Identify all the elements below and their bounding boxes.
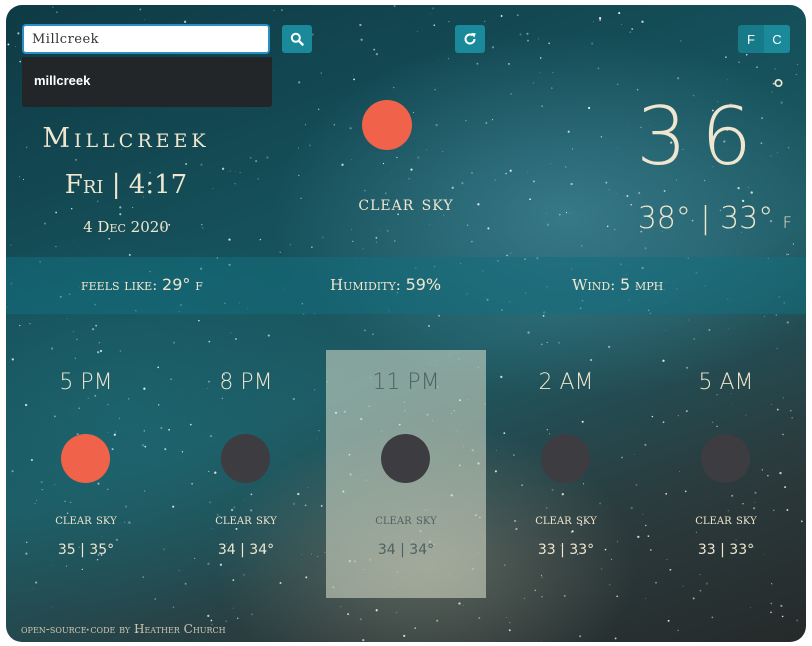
search-icon <box>290 32 304 46</box>
degree-symbol: ° <box>772 75 785 105</box>
date: 4 Dec 2020 <box>83 218 169 236</box>
feels-like-stat: feels like: 29° f <box>81 275 203 294</box>
humidity-value: 59% <box>405 275 442 294</box>
feels-like-label: feels like: <box>81 276 158 294</box>
forecast-time: 5 AM <box>698 370 754 395</box>
search-button[interactable] <box>282 25 312 53</box>
wind-value: 5 <box>620 275 631 294</box>
sun-icon <box>362 100 412 150</box>
stats-bar: feels like: 29° f Humidity: 59% Wind: 5 … <box>6 257 806 314</box>
current-temperature: 36 <box>636 90 766 183</box>
high-low-temperature: 38° | 33° F <box>566 201 792 236</box>
forecast-temps: 35 | 35° <box>57 542 115 558</box>
celsius-button[interactable]: C <box>764 25 790 53</box>
high-low-values: 38° | 33° <box>637 201 774 236</box>
moon-icon <box>541 434 590 483</box>
forecast-card[interactable]: 8 PM clear sky 34 | 34° <box>166 350 326 598</box>
footer-credit[interactable]: open-source code by Heather Church <box>21 622 226 636</box>
moon-icon <box>381 434 430 483</box>
forecast-condition: clear sky <box>215 512 277 528</box>
weather-app: millcreek F C Millcreek Fri | 4:17 4 Dec… <box>6 5 806 642</box>
forecast-card[interactable]: 5 PM clear sky 35 | 35° <box>6 350 166 598</box>
humidity-stat: Humidity: 59% <box>330 275 441 294</box>
feels-like-unit: f <box>195 276 203 294</box>
forecast-time: 11 PM <box>372 370 440 395</box>
suggestion-item[interactable]: millcreek <box>34 73 90 88</box>
forecast-card[interactable]: 5 AM clear sky 33 | 33° <box>646 350 806 598</box>
forecast-card-selected[interactable]: 11 PM clear sky 34 | 34° <box>326 350 486 598</box>
fahrenheit-button[interactable]: F <box>738 25 764 53</box>
forecast-condition: clear sky <box>695 512 757 528</box>
forecast-condition: clear sky <box>375 512 437 528</box>
wind-label: Wind: <box>572 276 616 294</box>
forecast-temps: 34 | 34° <box>377 542 435 558</box>
humidity-label: Humidity: <box>330 276 401 294</box>
forecast-time: 2 AM <box>538 370 594 395</box>
refresh-button[interactable] <box>455 25 485 53</box>
city-name: Millcreek <box>42 123 210 154</box>
search-input[interactable] <box>22 24 270 54</box>
day-time: Fri | 4:17 <box>64 170 188 200</box>
forecast-condition: clear sky <box>535 512 597 528</box>
forecast-temps: 33 | 33° <box>697 542 755 558</box>
moon-icon <box>221 434 270 483</box>
high-low-unit: F <box>782 213 792 232</box>
hourly-forecast: 5 PM clear sky 35 | 35° 8 PM clear sky 3… <box>6 350 806 598</box>
moon-icon <box>701 434 750 483</box>
forecast-temps: 33 | 33° <box>537 542 595 558</box>
forecast-card[interactable]: 2 AM clear sky 33 | 33° <box>486 350 646 598</box>
search-suggestions: millcreek <box>22 57 272 107</box>
forecast-time: 5 PM <box>59 370 113 395</box>
feels-like-value: 29° <box>162 275 191 294</box>
refresh-icon <box>464 33 476 45</box>
forecast-condition: clear sky <box>55 512 117 528</box>
sun-icon <box>61 434 110 483</box>
wind-stat: Wind: 5 mph <box>572 275 663 294</box>
wind-unit: mph <box>635 276 664 294</box>
current-condition: clear sky <box>358 191 454 215</box>
forecast-temps: 34 | 34° <box>217 542 275 558</box>
forecast-time: 8 PM <box>219 370 273 395</box>
